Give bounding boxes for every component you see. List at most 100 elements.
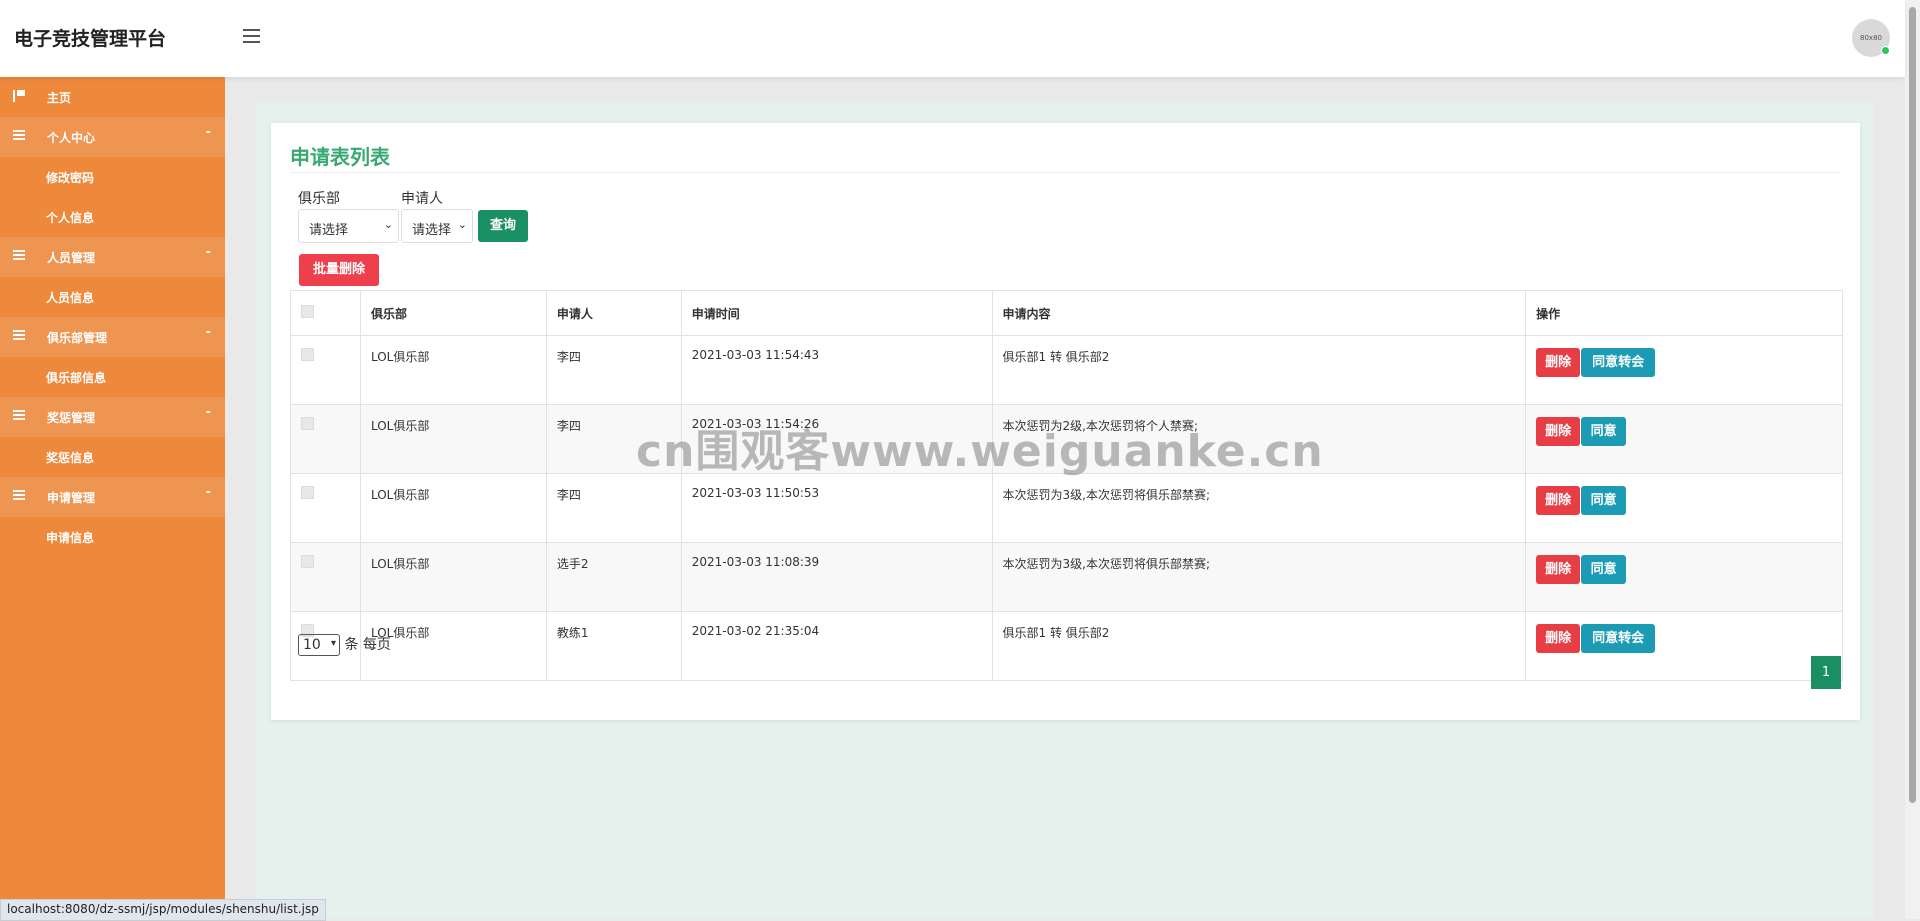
delete-button[interactable]: 删除 xyxy=(1536,348,1581,377)
column-header: 申请内容 xyxy=(991,290,1527,336)
sidebar-group-application-management[interactable]: 申请管理 - xyxy=(0,477,225,517)
select-all-checkbox[interactable] xyxy=(301,305,314,318)
sidebar-item-label: 主页 xyxy=(47,91,72,105)
application-table: 俱乐部 申请人 申请时间 申请内容 操作 LOL俱乐部 李四 2021-03-0… xyxy=(290,290,1843,681)
page-size-suffix: 条 每页 xyxy=(344,637,391,653)
delete-button[interactable]: 删除 xyxy=(1536,624,1581,653)
batch-delete-button[interactable]: 批量删除 xyxy=(299,254,379,286)
sidebar-item-staff-info[interactable]: 人员信息 xyxy=(0,277,225,317)
delete-button[interactable]: 删除 xyxy=(1536,555,1581,584)
collapse-icon: - xyxy=(205,485,211,500)
sidebar-item-label: 奖惩信息 xyxy=(46,451,95,465)
column-header: 申请人 xyxy=(545,290,682,336)
sidebar-item-label: 人员信息 xyxy=(46,291,95,305)
query-button[interactable]: 查询 xyxy=(478,210,528,242)
club-select[interactable]: 请选择 ⌄ xyxy=(298,209,399,243)
row-select-cell xyxy=(290,542,361,612)
sidebar-item-label: 修改密码 xyxy=(46,171,95,185)
avatar-placeholder-text: 80x80 xyxy=(1860,34,1882,42)
time-cell: 2021-03-03 11:54:43 xyxy=(680,335,993,405)
approve-button[interactable]: 同意 xyxy=(1581,486,1627,515)
online-status-dot xyxy=(1881,46,1890,55)
table-header-row: 俱乐部 申请人 申请时间 申请内容 操作 xyxy=(290,290,1843,336)
content-cell: 俱乐部1 转 俱乐部2 xyxy=(991,611,1527,681)
applicant-cell: 教练1 xyxy=(545,611,682,681)
delete-button[interactable]: 删除 xyxy=(1536,417,1581,446)
sidebar-item-application-info[interactable]: 申请信息 xyxy=(0,517,225,557)
list-icon xyxy=(13,330,25,342)
list-icon xyxy=(13,410,25,422)
row-checkbox[interactable] xyxy=(301,486,314,499)
chevron-down-icon: ⌄ xyxy=(383,218,393,231)
column-header: 申请时间 xyxy=(680,290,993,336)
time-cell: 2021-03-02 21:35:04 xyxy=(680,611,993,681)
sidebar-item-change-password[interactable]: 修改密码 xyxy=(0,157,225,197)
page-title: 申请表列表 xyxy=(290,145,390,169)
collapse-icon: - xyxy=(205,405,211,420)
sidebar-group-reward-punishment[interactable]: 奖惩管理 - xyxy=(0,397,225,437)
chevron-down-icon: ▾ xyxy=(330,638,336,649)
hamburger-menu-icon[interactable] xyxy=(243,29,260,45)
applicant-cell: 选手2 xyxy=(545,542,682,612)
sidebar-item-club-info[interactable]: 俱乐部信息 xyxy=(0,357,225,397)
sidebar: 主页 个人中心 - 修改密码 个人信息 人员管理 - 人员信息 俱乐部管理 - … xyxy=(0,77,225,919)
sidebar-group-label: 个人中心 xyxy=(47,131,96,145)
actions-cell: 删除 同意 xyxy=(1525,404,1843,474)
club-cell: LOL俱乐部 xyxy=(359,542,547,612)
club-filter-label: 俱乐部 xyxy=(298,191,340,207)
applicant-select[interactable]: 请选择 ⌄ xyxy=(401,209,473,243)
top-header: 电子竞技管理平台 80x80 xyxy=(0,0,1905,77)
sidebar-group-label: 奖惩管理 xyxy=(47,411,96,425)
content-cell: 俱乐部1 转 俱乐部2 xyxy=(991,335,1527,405)
row-select-cell xyxy=(290,335,361,405)
vertical-scrollbar[interactable] xyxy=(1905,0,1920,919)
collapse-icon: - xyxy=(205,125,211,140)
approve-button[interactable]: 同意 xyxy=(1581,417,1627,446)
scrollbar-thumb[interactable] xyxy=(1909,7,1916,803)
avatar[interactable]: 80x80 xyxy=(1852,19,1890,57)
pagination-page-button[interactable]: 1 xyxy=(1811,656,1841,689)
row-checkbox[interactable] xyxy=(301,555,314,568)
sidebar-group-label: 俱乐部管理 xyxy=(47,331,108,345)
sidebar-item-label: 个人信息 xyxy=(46,211,95,225)
row-select-cell xyxy=(290,473,361,543)
page-size-control: 10 ▾ 条 每页 xyxy=(298,634,391,656)
delete-button[interactable]: 删除 xyxy=(1536,486,1581,515)
club-cell: LOL俱乐部 xyxy=(359,473,547,543)
sidebar-item-label: 俱乐部信息 xyxy=(46,371,107,385)
sidebar-item-home[interactable]: 主页 xyxy=(0,77,225,117)
sidebar-group-personal-center[interactable]: 个人中心 - xyxy=(0,117,225,157)
flag-icon xyxy=(13,90,27,102)
list-icon xyxy=(13,130,25,142)
actions-cell: 删除 同意 xyxy=(1525,473,1843,543)
title-divider xyxy=(290,172,1841,173)
page-size-select[interactable]: 10 ▾ xyxy=(298,634,340,656)
time-cell: 2021-03-03 11:08:39 xyxy=(680,542,993,612)
row-checkbox[interactable] xyxy=(301,417,314,430)
row-select-cell xyxy=(290,404,361,474)
watermark: cn围观客www.weiguanke.cn xyxy=(636,426,1324,477)
content-cell: 本次惩罚为3级,本次惩罚将俱乐部禁赛; xyxy=(991,542,1527,612)
table-row: LOL俱乐部 李四 2021-03-03 11:50:53 本次惩罚为3级,本次… xyxy=(290,473,1843,543)
column-header: 俱乐部 xyxy=(359,290,547,336)
list-icon xyxy=(13,250,25,262)
sidebar-group-club-management[interactable]: 俱乐部管理 - xyxy=(0,317,225,357)
sidebar-item-personal-info[interactable]: 个人信息 xyxy=(0,197,225,237)
approve-button[interactable]: 同意 xyxy=(1581,555,1627,584)
sidebar-group-label: 人员管理 xyxy=(47,251,96,265)
table-row: LOL俱乐部 选手2 2021-03-03 11:08:39 本次惩罚为3级,本… xyxy=(290,542,1843,612)
club-cell: LOL俱乐部 xyxy=(359,404,547,474)
approve-transfer-button[interactable]: 同意转会 xyxy=(1581,348,1656,377)
actions-cell: 删除 同意 xyxy=(1525,542,1843,612)
select-all-cell xyxy=(290,290,361,336)
row-checkbox[interactable] xyxy=(301,348,314,361)
sidebar-item-reward-info[interactable]: 奖惩信息 xyxy=(0,437,225,477)
page-size-value: 10 xyxy=(303,637,321,653)
approve-transfer-button[interactable]: 同意转会 xyxy=(1581,624,1656,653)
sidebar-group-staff-management[interactable]: 人员管理 - xyxy=(0,237,225,277)
sidebar-item-label: 申请信息 xyxy=(46,531,95,545)
sidebar-group-label: 申请管理 xyxy=(47,491,96,505)
list-icon xyxy=(13,490,25,502)
club-cell: LOL俱乐部 xyxy=(359,335,547,405)
link-status-bar: localhost:8080/dz-ssmj/jsp/modules/shens… xyxy=(0,899,326,921)
